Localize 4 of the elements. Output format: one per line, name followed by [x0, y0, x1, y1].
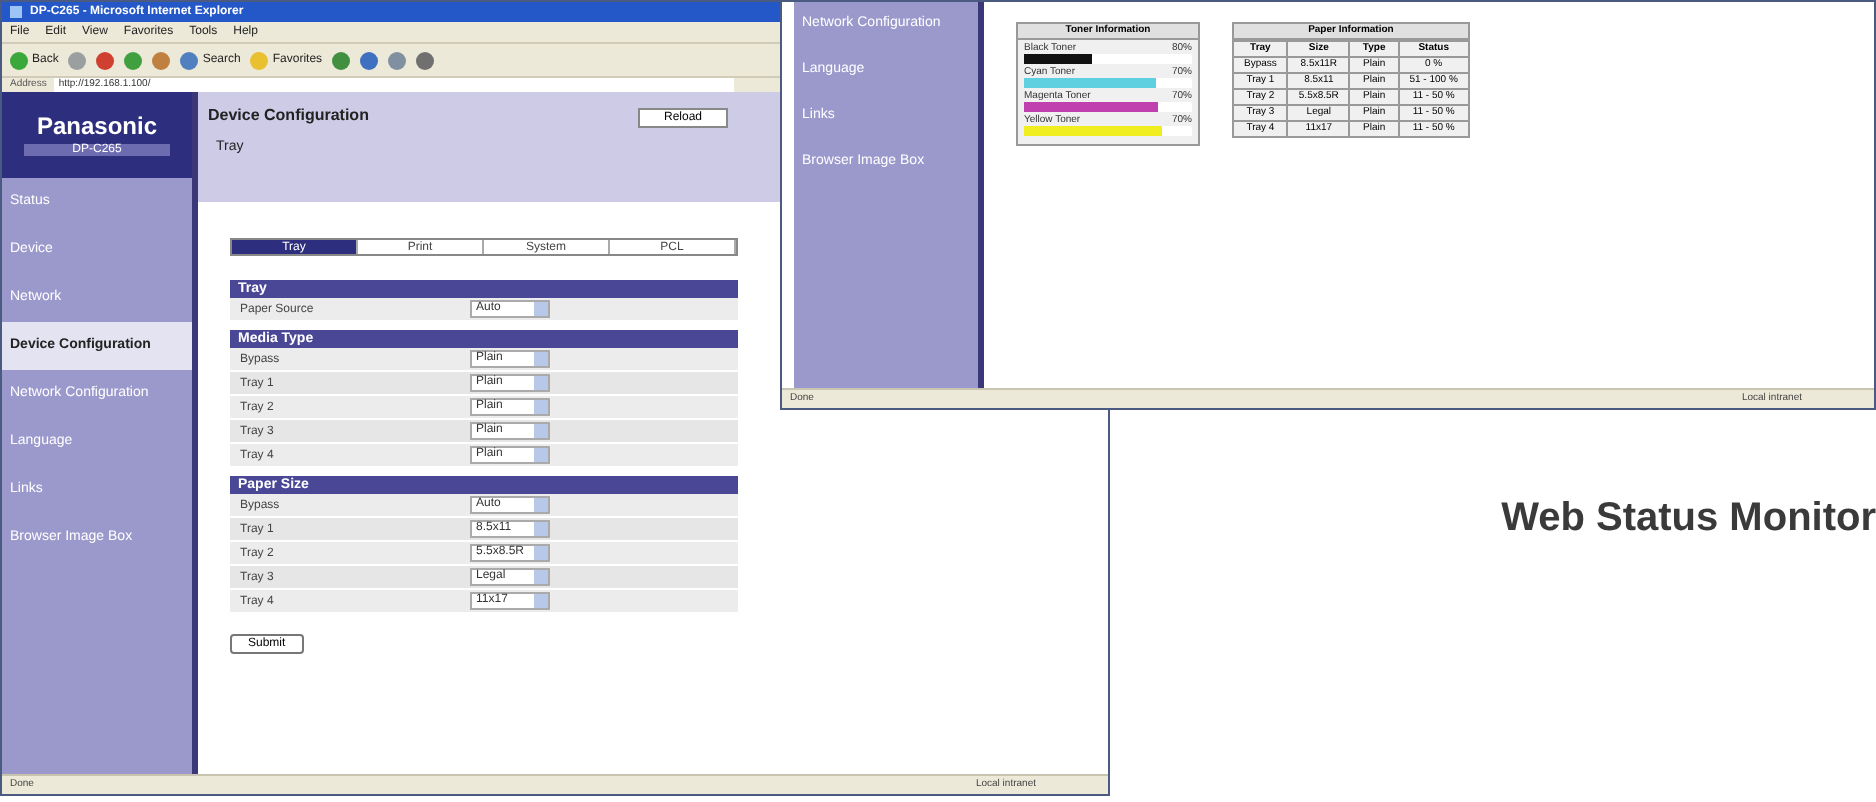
browser-icon: [10, 6, 22, 18]
brand-logo: Panasonic: [36, 114, 158, 138]
page-title: Device Configuration: [208, 108, 369, 124]
caption: Web Status Monitor: [1501, 494, 1876, 544]
